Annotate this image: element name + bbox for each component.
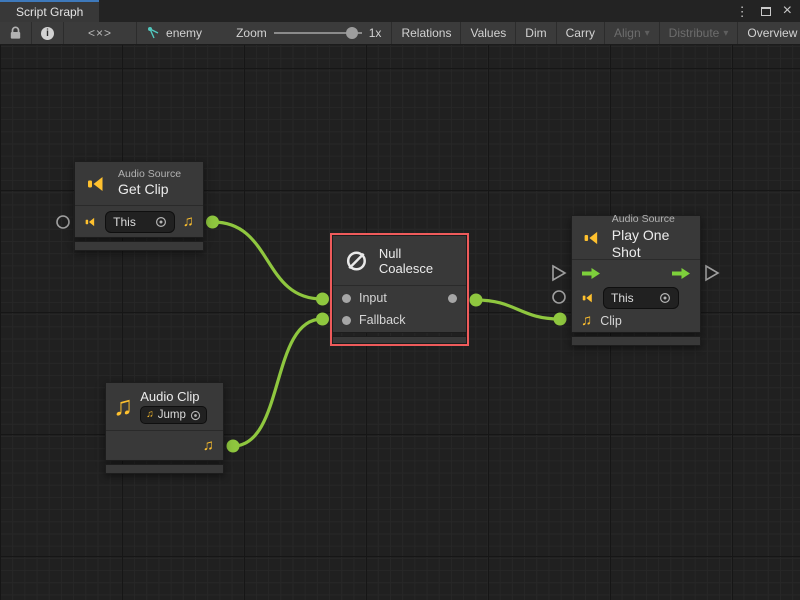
audio-source-icon (84, 215, 97, 229)
node-footer (571, 336, 701, 346)
graph-canvas[interactable]: Audio Source Get Clip This (0, 45, 800, 600)
audio-source-icon (582, 226, 603, 250)
target-field[interactable]: This (603, 287, 679, 309)
port-audioclip-output (227, 440, 240, 453)
input-port-icon[interactable] (342, 294, 351, 303)
target-field[interactable]: This (105, 211, 175, 233)
node-get-clip[interactable]: Audio Source Get Clip This (74, 161, 204, 251)
overview-button[interactable]: Overview (737, 22, 800, 44)
flow-arrow-in-icon[interactable] (581, 267, 601, 280)
zoom-value: 1x (369, 26, 382, 40)
graph-icon (147, 26, 161, 40)
node-footer (332, 336, 467, 344)
zoom-control: Zoom 1x (226, 22, 391, 44)
input-port-label: Input (359, 291, 387, 305)
port-null-input (316, 293, 329, 306)
wire-null-to-clip (476, 300, 560, 319)
graph-toolbar: i <×> enemy Zoom 1x Relations Values (0, 22, 800, 45)
toolbar-buttons: Relations Values Dim Carry Align ▾ Distr… (391, 22, 800, 44)
lock-icon (9, 26, 22, 40)
zoom-slider-handle[interactable] (346, 27, 358, 39)
close-icon[interactable]: × (783, 3, 792, 19)
port-play-clip-input (554, 313, 567, 326)
distribute-button[interactable]: Distribute ▾ (659, 22, 738, 44)
script-graph-window: Script Graph ⋮ × i <×> (0, 0, 800, 600)
align-button[interactable]: Align ▾ (604, 22, 659, 44)
music-note-icon: ♫ (183, 214, 194, 229)
node-title: Get Clip (118, 181, 181, 199)
port-play-flow-out (706, 266, 718, 280)
graph-name: enemy (166, 26, 202, 40)
null-coalesce-icon (343, 247, 370, 275)
clip-port-row: ♫ Clip (572, 309, 700, 332)
node-title: Audio Clip (140, 389, 199, 404)
port-null-fallback (316, 313, 329, 326)
code-icon: <×> (88, 26, 112, 40)
code-view-button[interactable]: <×> (64, 22, 137, 44)
port-play-target (553, 291, 565, 303)
fallback-port-row: Fallback (333, 309, 466, 331)
port-play-flow-in (553, 266, 565, 280)
flow-arrow-out-icon[interactable] (671, 267, 691, 280)
info-icon: i (41, 27, 54, 40)
music-note-icon: ♫ (146, 410, 154, 420)
tab-script-graph[interactable]: Script Graph (0, 0, 99, 22)
chevron-down-icon: ▾ (723, 28, 728, 39)
carry-button[interactable]: Carry (556, 22, 604, 44)
relations-button[interactable]: Relations (391, 22, 460, 44)
audio-clip-icon: ♫ (113, 393, 133, 420)
values-button[interactable]: Values (460, 22, 515, 44)
flow-port-row (572, 260, 700, 286)
port-getclip-target (57, 216, 69, 228)
lock-button[interactable] (0, 22, 32, 44)
tab-title: Script Graph (16, 5, 83, 19)
audio-source-icon (85, 172, 109, 196)
audio-source-icon (581, 291, 595, 305)
node-header: Null Coalesce (333, 236, 466, 286)
fallback-port-icon[interactable] (342, 316, 351, 325)
music-note-icon: ♫ (581, 313, 592, 328)
maximize-icon[interactable] (761, 7, 771, 16)
target-port-row: This (572, 286, 700, 309)
wire-getclip-to-input (213, 222, 322, 299)
zoom-slider[interactable] (274, 27, 362, 39)
music-note-icon: ♫ (203, 438, 214, 453)
output-port-row: ♫ (106, 431, 223, 460)
input-port-row: Input (333, 287, 466, 309)
window-menu-icon[interactable]: ⋮ (736, 5, 749, 18)
wire-audioclip-to-fallback (233, 319, 322, 446)
graph-reference[interactable]: enemy (137, 22, 212, 44)
zoom-label: Zoom (236, 26, 267, 40)
node-header: ♫ Audio Clip ♫ Jump (106, 383, 223, 431)
node-category: Audio Source (118, 168, 181, 181)
node-audio-clip[interactable]: ♫ Audio Clip ♫ Jump (105, 382, 224, 474)
node-header: Audio Source Get Clip (75, 162, 203, 206)
node-header: Audio Source Play One Shot (572, 216, 700, 260)
target-port-row: This ♫ (75, 206, 203, 237)
object-picker-icon[interactable] (190, 410, 201, 421)
tab-bar: Script Graph ⋮ × (0, 0, 800, 22)
info-button[interactable]: i (32, 22, 64, 44)
port-null-output (470, 294, 483, 307)
object-picker-icon[interactable] (155, 216, 167, 228)
node-category: Audio Source (612, 213, 690, 226)
object-picker-icon[interactable] (659, 292, 671, 304)
fallback-port-label: Fallback (359, 313, 406, 327)
audio-clip-field[interactable]: ♫ Jump (140, 406, 207, 424)
node-play-one-shot[interactable]: Audio Source Play One Shot (571, 215, 701, 346)
chevron-down-icon: ▾ (645, 28, 650, 39)
clip-port-label: Clip (600, 314, 622, 328)
titlebar-controls: ⋮ × (736, 0, 800, 22)
node-null-coalesce[interactable]: Null Coalesce Input Fallback (330, 233, 469, 346)
result-port-icon[interactable] (448, 294, 457, 303)
node-title: Null Coalesce (379, 246, 456, 276)
node-title: Play One Shot (612, 227, 690, 262)
port-getclip-output (206, 216, 219, 229)
dim-button[interactable]: Dim (515, 22, 555, 44)
node-footer (105, 464, 224, 474)
node-footer (74, 241, 204, 251)
